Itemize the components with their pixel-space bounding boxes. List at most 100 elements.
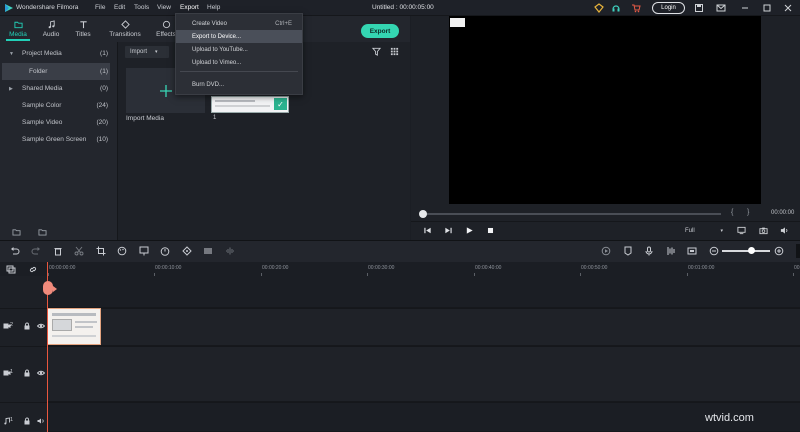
mark-out-icon[interactable]: } bbox=[747, 209, 749, 216]
playhead-handle[interactable] bbox=[43, 281, 53, 295]
cut-icon[interactable] bbox=[74, 246, 84, 256]
menu-item-shortcut: Ctrl+E bbox=[275, 20, 292, 27]
sidebar-item-shared-media[interactable]: ▶ Shared Media (0) bbox=[0, 80, 118, 97]
quality-value: Full bbox=[685, 228, 695, 234]
audio-wave-icon[interactable] bbox=[225, 246, 235, 256]
export-button[interactable]: Export bbox=[361, 24, 399, 38]
redo-icon[interactable] bbox=[31, 246, 41, 256]
add-track-icon[interactable] bbox=[6, 265, 16, 274]
grid-view-icon[interactable] bbox=[390, 47, 399, 56]
keyframe-icon[interactable] bbox=[182, 246, 192, 256]
menu-file[interactable]: File bbox=[95, 4, 105, 11]
marker-icon[interactable] bbox=[623, 246, 633, 256]
menu-item-upload-youtube[interactable]: Upload to YouTube... bbox=[176, 43, 302, 56]
tab-audio[interactable]: Audio bbox=[34, 18, 68, 42]
link-icon[interactable] bbox=[28, 265, 38, 274]
menu-edit[interactable]: Edit bbox=[114, 4, 125, 11]
playhead-pointer-icon bbox=[53, 286, 57, 292]
expand-caret-icon[interactable]: ▼ bbox=[9, 51, 17, 57]
delete-icon[interactable] bbox=[53, 246, 63, 256]
timeline-clip[interactable] bbox=[47, 308, 101, 345]
sidebar-item-folder[interactable]: Folder (1) bbox=[2, 63, 110, 80]
menu-export[interactable]: Export bbox=[180, 4, 199, 11]
stop-icon[interactable] bbox=[486, 226, 495, 235]
menu-help[interactable]: Help bbox=[207, 4, 220, 11]
track-number: 1 bbox=[10, 417, 14, 423]
preview-scrubber[interactable] bbox=[423, 213, 721, 215]
speed-icon[interactable] bbox=[160, 246, 170, 256]
snapshot-icon[interactable] bbox=[759, 226, 768, 235]
menu-item-export-to-device[interactable]: Export to Device... bbox=[176, 30, 302, 43]
login-button[interactable]: Login bbox=[652, 2, 685, 14]
sidebar-item-label: Sample Video bbox=[22, 119, 63, 126]
undo-icon[interactable] bbox=[10, 246, 20, 256]
volume-icon[interactable] bbox=[780, 226, 789, 235]
chevron-down-icon: ▾ bbox=[720, 228, 723, 234]
menu-view[interactable]: View bbox=[157, 4, 171, 11]
mark-in-icon[interactable]: { bbox=[731, 209, 733, 216]
play-icon[interactable] bbox=[465, 226, 474, 235]
sidebar-item-sample-video[interactable]: Sample Video (20) bbox=[0, 114, 118, 131]
filmora-logo-icon bbox=[5, 4, 13, 12]
tab-titles[interactable]: Titles bbox=[66, 18, 100, 42]
tab-transitions[interactable]: Transitions bbox=[105, 18, 145, 42]
lock-icon[interactable] bbox=[23, 369, 31, 377]
document-title: Untitled : 00:00:05:00 bbox=[372, 4, 434, 11]
audio-track-1[interactable] bbox=[47, 402, 800, 432]
quality-select[interactable]: Full ▾ bbox=[683, 226, 725, 236]
adjust-icon[interactable] bbox=[203, 246, 213, 256]
step-back-icon[interactable] bbox=[423, 226, 432, 235]
expand-caret-icon[interactable]: ▶ bbox=[9, 86, 17, 92]
snapshot-timeline-icon[interactable] bbox=[687, 246, 697, 256]
sidebar-item-sample-green-screen[interactable]: Sample Green Screen (10) bbox=[0, 131, 118, 148]
sidebar-item-sample-color[interactable]: Sample Color (24) bbox=[0, 97, 118, 114]
speaker-icon[interactable] bbox=[37, 417, 45, 425]
folder-outline-icon[interactable] bbox=[38, 228, 47, 236]
zoom-in-icon[interactable] bbox=[774, 246, 784, 256]
video-track-1[interactable] bbox=[47, 346, 800, 402]
new-folder-icon[interactable] bbox=[12, 228, 21, 236]
color-icon[interactable] bbox=[117, 246, 127, 256]
maximize-icon[interactable] bbox=[762, 3, 772, 13]
zoom-slider[interactable] bbox=[722, 250, 770, 252]
render-icon[interactable] bbox=[601, 246, 611, 256]
sidebar-item-count: (1) bbox=[100, 68, 108, 75]
voiceover-icon[interactable] bbox=[666, 246, 676, 256]
watermark-text: wtvid.com bbox=[705, 412, 754, 424]
zoom-out-icon[interactable] bbox=[709, 246, 719, 256]
eye-icon[interactable] bbox=[37, 322, 45, 330]
import-dropdown[interactable]: Import ▾ bbox=[125, 46, 169, 58]
save-icon[interactable] bbox=[694, 3, 704, 13]
premium-icon[interactable] bbox=[594, 3, 604, 13]
lock-icon[interactable] bbox=[23, 417, 31, 425]
track-divider bbox=[0, 346, 800, 347]
thumbnail-content bbox=[215, 100, 255, 102]
video-track-2[interactable] bbox=[47, 308, 800, 346]
play-frame-icon[interactable] bbox=[444, 226, 453, 235]
clip-content bbox=[75, 326, 93, 328]
cart-icon[interactable] bbox=[631, 3, 641, 13]
microphone-icon[interactable] bbox=[644, 246, 654, 256]
minimize-icon[interactable] bbox=[740, 3, 750, 13]
menu-item-burn-dvd[interactable]: Burn DVD... bbox=[176, 78, 302, 91]
media-clip-label: 1 bbox=[213, 115, 217, 121]
crop-icon[interactable] bbox=[96, 246, 106, 256]
eye-icon[interactable] bbox=[37, 369, 45, 377]
menu-tools[interactable]: Tools bbox=[134, 4, 149, 11]
menu-item-upload-vimeo[interactable]: Upload to Vimeo... bbox=[176, 56, 302, 69]
close-icon[interactable] bbox=[783, 3, 793, 13]
menu-item-create-video[interactable]: Create Video Ctrl+E bbox=[176, 17, 302, 30]
display-icon[interactable] bbox=[737, 226, 746, 235]
zoom-slider-handle[interactable] bbox=[748, 247, 755, 254]
mail-icon[interactable] bbox=[716, 3, 726, 13]
scrubber-handle[interactable] bbox=[419, 210, 427, 218]
headset-icon[interactable] bbox=[611, 3, 621, 13]
lock-icon[interactable] bbox=[23, 322, 31, 330]
sidebar-item-project-media[interactable]: ▼ Project Media (1) bbox=[0, 45, 118, 62]
mosaic-icon[interactable] bbox=[139, 246, 149, 256]
filter-icon[interactable] bbox=[372, 47, 381, 56]
import-dropdown-label: Import bbox=[130, 49, 148, 55]
timeline-ruler[interactable] bbox=[0, 262, 800, 276]
sidebar-item-count: (1) bbox=[100, 50, 108, 57]
menu-item-label: Upload to YouTube... bbox=[192, 46, 248, 53]
